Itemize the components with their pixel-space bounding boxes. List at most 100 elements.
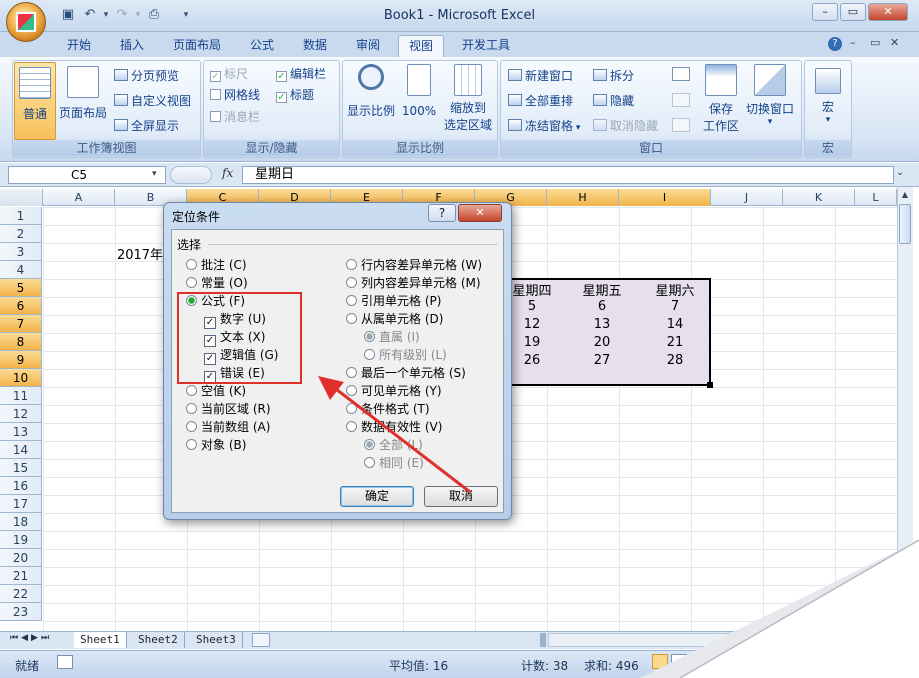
name-box-dropdown-icon[interactable]: ▾ (152, 169, 157, 179)
ribbon-minimize-icon[interactable]: – (850, 36, 856, 49)
switch-windows-button[interactable]: 切换窗口 ▾ (744, 62, 796, 134)
row-header[interactable]: 22 (0, 585, 42, 603)
normal-view-button[interactable]: 普通 (14, 62, 56, 140)
insert-sheet-icon[interactable] (252, 633, 270, 647)
ribbon-restore-icon[interactable]: ▭ (870, 36, 880, 49)
new-window-button[interactable]: 新建窗口 (508, 67, 573, 84)
option-row-differences[interactable]: 行内容差异单元格 (W) (346, 256, 482, 273)
save-workspace-button[interactable]: 保存 工作区 (698, 62, 744, 134)
column-header-j[interactable]: J (711, 189, 783, 206)
cell-b3[interactable]: 2017年 (110, 244, 170, 263)
workbook-close-icon[interactable]: ✕ (890, 36, 899, 49)
cell[interactable]: 6 (566, 299, 638, 314)
macros-button[interactable]: 宏 ▾ (808, 62, 848, 134)
name-box[interactable]: C5 (8, 166, 166, 184)
row-header[interactable]: 15 (0, 459, 42, 477)
row-header[interactable]: 23 (0, 603, 42, 621)
insert-function-icon[interactable]: fx (222, 166, 233, 180)
row-header[interactable]: 2 (0, 225, 42, 243)
sheet-tab-3[interactable]: Sheet3 (190, 632, 243, 648)
unhide-button[interactable]: 取消隐藏 (593, 117, 658, 134)
sheet-tab-2[interactable]: Sheet2 (132, 632, 185, 648)
column-header-k[interactable]: K (783, 189, 855, 206)
headings-checkbox[interactable]: ✓ 标题 (276, 86, 314, 103)
option-constants[interactable]: 常量 (O) (186, 274, 248, 291)
cell[interactable]: 20 (566, 335, 638, 350)
zoom-button[interactable]: 显示比例 (345, 62, 397, 134)
zoom-to-selection-button[interactable]: 缩放到 选定区域 (441, 62, 495, 134)
gridlines-checkbox[interactable]: 网格线 (210, 86, 260, 103)
cell-header[interactable]: 星期六 (639, 280, 711, 299)
row-header[interactable]: 10 (0, 369, 42, 387)
scroll-thumb[interactable] (899, 204, 911, 244)
cell[interactable]: 27 (566, 353, 638, 368)
row-header[interactable]: 21 (0, 567, 42, 585)
formula-bar-expand-icon[interactable]: ⌄ (896, 167, 904, 178)
tab-formulas[interactable]: 公式 (240, 35, 284, 57)
custom-views-button[interactable]: 自定义视图 (114, 92, 191, 109)
row-header[interactable]: 3 (0, 243, 42, 261)
option-current-array[interactable]: 当前数组 (A) (186, 418, 270, 435)
dialog-close-button[interactable]: ✕ (458, 204, 502, 222)
page-break-preview-button[interactable]: 分页预览 (114, 67, 179, 84)
row-header[interactable]: 4 (0, 261, 42, 279)
row-header[interactable]: 13 (0, 423, 42, 441)
row-header[interactable]: 7 (0, 315, 42, 333)
tab-insert[interactable]: 插入 (110, 35, 154, 57)
column-header-l[interactable]: L (855, 189, 897, 206)
fill-handle[interactable] (707, 382, 713, 388)
maximize-button[interactable]: ▭ (840, 3, 866, 21)
option-all-levels[interactable]: 所有级别 (L) (364, 346, 447, 363)
formula-bar-checkbox[interactable]: ✓ 编辑栏 (276, 65, 326, 82)
dialog-help-button[interactable]: ? (428, 204, 456, 222)
row-header[interactable]: 5 (0, 279, 42, 297)
split-button[interactable]: 拆分 (593, 67, 634, 84)
tab-view[interactable]: 视图 (398, 35, 445, 57)
option-column-differences[interactable]: 列内容差异单元格 (M) (346, 274, 481, 291)
hide-button[interactable]: 隐藏 (593, 92, 634, 109)
tab-home[interactable]: 开始 (57, 35, 101, 57)
freeze-panes-button[interactable]: 冻结窗格 ▾ (508, 117, 580, 134)
formula-expand-handle[interactable] (170, 166, 212, 184)
zoom-100-button[interactable]: 100% (400, 62, 438, 134)
ruler-checkbox[interactable]: ✓ 标尺 (210, 65, 248, 82)
column-header-a[interactable]: A (43, 189, 115, 206)
row-header[interactable]: 16 (0, 477, 42, 495)
close-button[interactable]: ✕ (868, 3, 908, 21)
cell[interactable]: 13 (566, 317, 638, 332)
cell-header[interactable]: 星期五 (566, 280, 638, 299)
view-side-by-side-icon[interactable] (672, 67, 690, 81)
macro-record-icon[interactable] (57, 655, 73, 669)
tab-review[interactable]: 审阅 (346, 35, 390, 57)
row-header[interactable]: 11 (0, 387, 42, 405)
option-comments[interactable]: 批注 (C) (186, 256, 247, 273)
row-header[interactable]: 20 (0, 549, 42, 567)
sheet-tab-1[interactable]: Sheet1 (74, 632, 127, 648)
arrange-all-button[interactable]: 全部重排 (508, 92, 573, 109)
column-header-h[interactable]: H (547, 189, 619, 206)
option-current-region[interactable]: 当前区域 (R) (186, 400, 271, 417)
column-header-i[interactable]: I (619, 189, 711, 206)
page-layout-view-button[interactable]: 页面布局 (58, 62, 108, 140)
row-header[interactable]: 19 (0, 531, 42, 549)
tab-split-handle[interactable] (540, 633, 546, 647)
tab-developer[interactable]: 开发工具 (452, 35, 520, 57)
tab-page-layout[interactable]: 页面布局 (163, 35, 231, 57)
sync-scrolling-icon[interactable] (672, 93, 690, 107)
row-header[interactable]: 14 (0, 441, 42, 459)
option-direct-only[interactable]: 直属 (I) (364, 328, 420, 345)
minimize-button[interactable]: – (812, 3, 838, 21)
reset-window-icon[interactable] (672, 118, 690, 132)
option-dependents[interactable]: 从属单元格 (D) (346, 310, 443, 327)
sheet-nav-icons[interactable]: ⏮◀▶⏭ (10, 633, 52, 643)
help-icon[interactable]: ? (828, 37, 842, 51)
cell[interactable]: 28 (639, 353, 711, 368)
cell[interactable]: 14 (639, 317, 711, 332)
select-all-corner[interactable] (0, 189, 43, 206)
cell[interactable]: 21 (639, 335, 711, 350)
option-objects[interactable]: 对象 (B) (186, 436, 246, 453)
row-header[interactable]: 8 (0, 333, 42, 351)
option-precedents[interactable]: 引用单元格 (P) (346, 292, 441, 309)
row-header[interactable]: 17 (0, 495, 42, 513)
formula-input[interactable]: 星期日 (242, 166, 894, 184)
